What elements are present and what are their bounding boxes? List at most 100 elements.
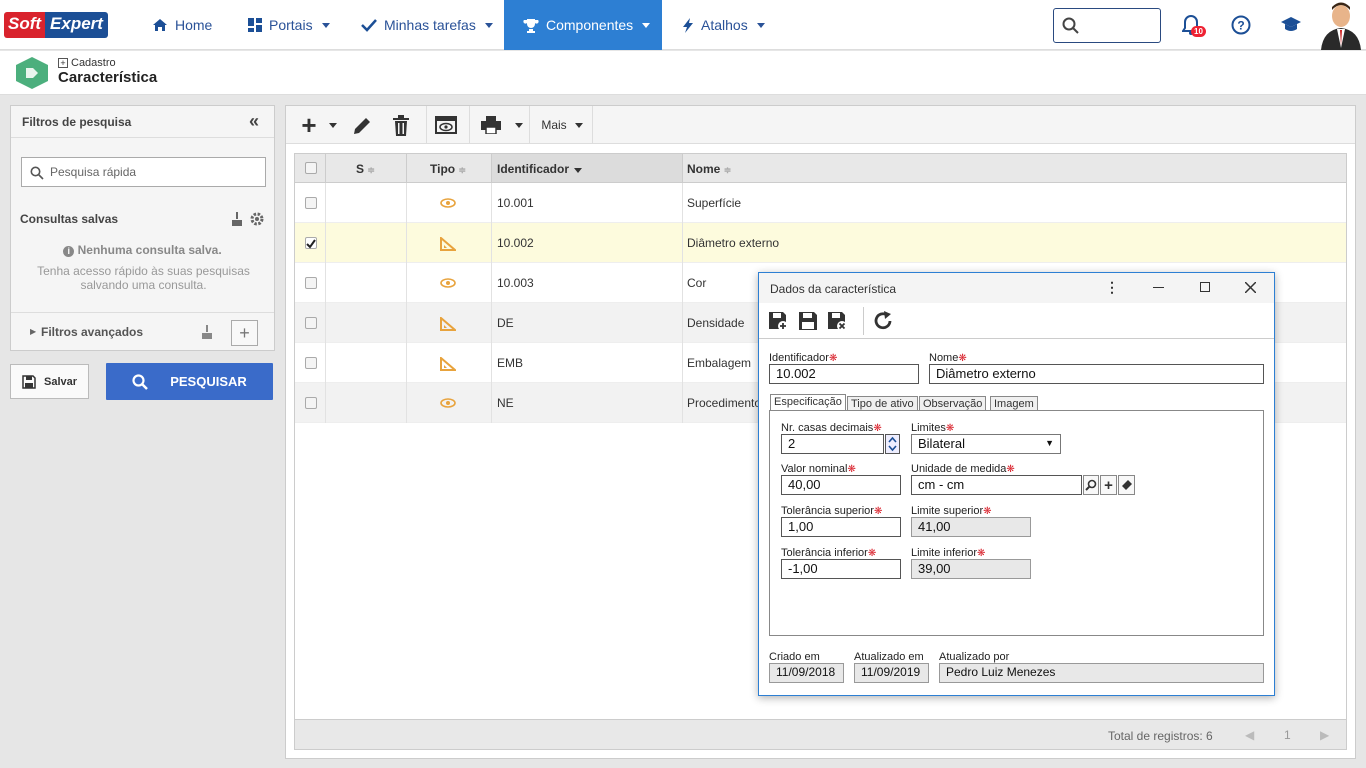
nominal-field[interactable]: 40,00 <box>781 475 901 495</box>
nav-home-label: Home <box>175 17 213 33</box>
avatar[interactable] <box>1319 0 1363 50</box>
unidade-field[interactable]: cm - cm <box>911 475 1082 495</box>
chevron-down-icon <box>756 22 765 28</box>
unidade-add-button[interactable]: + <box>1100 475 1117 495</box>
tab-observacao[interactable]: Observação <box>919 396 987 411</box>
casas-field[interactable]: 2 <box>781 434 884 454</box>
delete-icon[interactable] <box>392 115 410 136</box>
expand-icon: + <box>58 58 68 68</box>
column-id-label: Identificador <box>497 162 570 176</box>
table-row[interactable]: 10.001 Superfície <box>295 183 1346 223</box>
home-icon <box>153 19 167 31</box>
column-divider <box>491 303 492 343</box>
column-s[interactable]: S ≑ <box>356 162 375 176</box>
kebab-menu-icon[interactable]: ⋮ <box>1105 279 1119 296</box>
tab-tipo-ativo[interactable]: Tipo de ativo <box>847 396 918 411</box>
maximize-icon[interactable] <box>1200 282 1210 292</box>
lim-inf-field: 39,00 <box>911 559 1031 579</box>
edit-icon[interactable] <box>352 116 372 136</box>
row-checkbox[interactable] <box>305 277 317 289</box>
row-checkbox[interactable] <box>305 237 317 249</box>
more-button[interactable]: Mais <box>536 114 588 136</box>
nav-portais-label: Portais <box>269 17 313 33</box>
nome-field[interactable]: Diâmetro externo <box>929 364 1264 384</box>
filter-panel-header: Filtros de pesquisa « <box>11 106 274 138</box>
table-row[interactable]: 10.002 Diâmetro externo <box>295 223 1346 263</box>
broom-icon[interactable] <box>231 212 243 226</box>
chevron-down-icon <box>328 122 337 128</box>
column-divider <box>682 223 683 263</box>
lim-sup-field: 41,00 <box>911 517 1031 537</box>
row-checkbox[interactable] <box>305 397 317 409</box>
required-icon: ❋ <box>867 548 877 559</box>
row-nome: Densidade <box>687 316 745 330</box>
save-icon[interactable] <box>798 311 818 331</box>
save-button[interactable]: Salvar <box>10 364 89 399</box>
toolbar-divider <box>863 307 864 335</box>
prev-page-icon[interactable]: ◀ <box>1245 728 1254 742</box>
row-checkbox[interactable] <box>305 357 317 369</box>
view-icon[interactable] <box>435 116 457 135</box>
nav-minhas-tarefas[interactable]: Minhas tarefas <box>361 0 493 50</box>
nav-componentes[interactable]: Componentes <box>504 0 662 50</box>
tab-imagem[interactable]: Imagem <box>990 396 1038 411</box>
required-icon: ❋ <box>983 506 992 517</box>
dropdown-arrow-icon: ▼ <box>1045 438 1054 448</box>
page-number[interactable]: 1 <box>1284 728 1291 742</box>
chevron-down-icon <box>515 122 523 128</box>
unidade-clear-button[interactable] <box>1118 475 1135 495</box>
column-divider <box>325 223 326 263</box>
learning-button[interactable] <box>1280 16 1302 37</box>
print-button[interactable] <box>478 114 526 136</box>
quick-search-input[interactable]: Pesquisa rápida <box>21 157 266 187</box>
breadcrumb[interactable]: + Cadastro <box>58 57 116 69</box>
add-filter-button[interactable]: + <box>231 320 258 346</box>
gear-icon[interactable] <box>249 211 265 227</box>
broom-icon[interactable] <box>201 325 213 339</box>
type-cell <box>440 197 456 211</box>
required-icon: ❋ <box>958 353 967 364</box>
help-icon: ? <box>1231 15 1251 35</box>
column-nome[interactable]: Nome ≑ <box>687 162 731 176</box>
chevron-down-icon <box>321 22 330 28</box>
nav-portais[interactable]: Portais <box>248 0 330 50</box>
row-checkbox[interactable] <box>305 317 317 329</box>
select-all-checkbox[interactable] <box>305 162 317 174</box>
column-nome-label: Nome <box>687 162 721 176</box>
id-field[interactable]: 10.002 <box>769 364 919 384</box>
atualizado-label: Atualizado em <box>854 651 924 663</box>
required-icon: ❋ <box>873 423 882 434</box>
global-search-input[interactable] <box>1053 8 1161 43</box>
refresh-icon[interactable] <box>872 310 894 332</box>
add-button[interactable]: + <box>294 112 344 138</box>
tol-inf-field[interactable]: -1,00 <box>781 559 901 579</box>
advanced-filters[interactable]: ▶ Filtros avançados + <box>11 312 274 350</box>
search-button-label: PESQUISAR <box>170 374 247 389</box>
collapse-icon[interactable]: « <box>249 111 259 132</box>
column-identificador[interactable]: Identificador <box>497 162 583 176</box>
required-icon: ❋ <box>847 464 856 475</box>
toolbar-divider <box>469 106 470 143</box>
casas-stepper[interactable] <box>885 434 900 454</box>
nav-atalhos[interactable]: Atalhos <box>682 0 765 50</box>
column-divider <box>491 383 492 423</box>
unidade-search-button[interactable] <box>1083 475 1099 495</box>
row-nome: Cor <box>687 276 707 290</box>
save-close-icon[interactable] <box>827 311 849 331</box>
save-new-icon[interactable] <box>768 311 790 331</box>
limites-select[interactable]: Bilateral ▼ <box>911 434 1061 454</box>
column-tipo[interactable]: Tipo ≑ <box>430 162 466 176</box>
nav-home[interactable]: Home <box>152 0 212 50</box>
minimize-icon[interactable] <box>1153 287 1164 288</box>
softexpert-logo[interactable]: Soft Expert <box>4 12 108 38</box>
tab-especificacao[interactable]: Especificação <box>770 394 846 411</box>
help-button[interactable]: ? <box>1231 15 1251 38</box>
row-checkbox[interactable] <box>305 197 317 209</box>
notifications-button[interactable]: 10 <box>1181 14 1206 39</box>
next-page-icon[interactable]: ▶ <box>1320 728 1329 742</box>
search-button[interactable]: PESQUISAR <box>106 363 273 400</box>
atualizado-por-label: Atualizado por <box>939 651 1010 663</box>
close-icon[interactable] <box>1245 282 1256 293</box>
tol-sup-field[interactable]: 1,00 <box>781 517 901 537</box>
dashboard-icon <box>248 18 262 32</box>
